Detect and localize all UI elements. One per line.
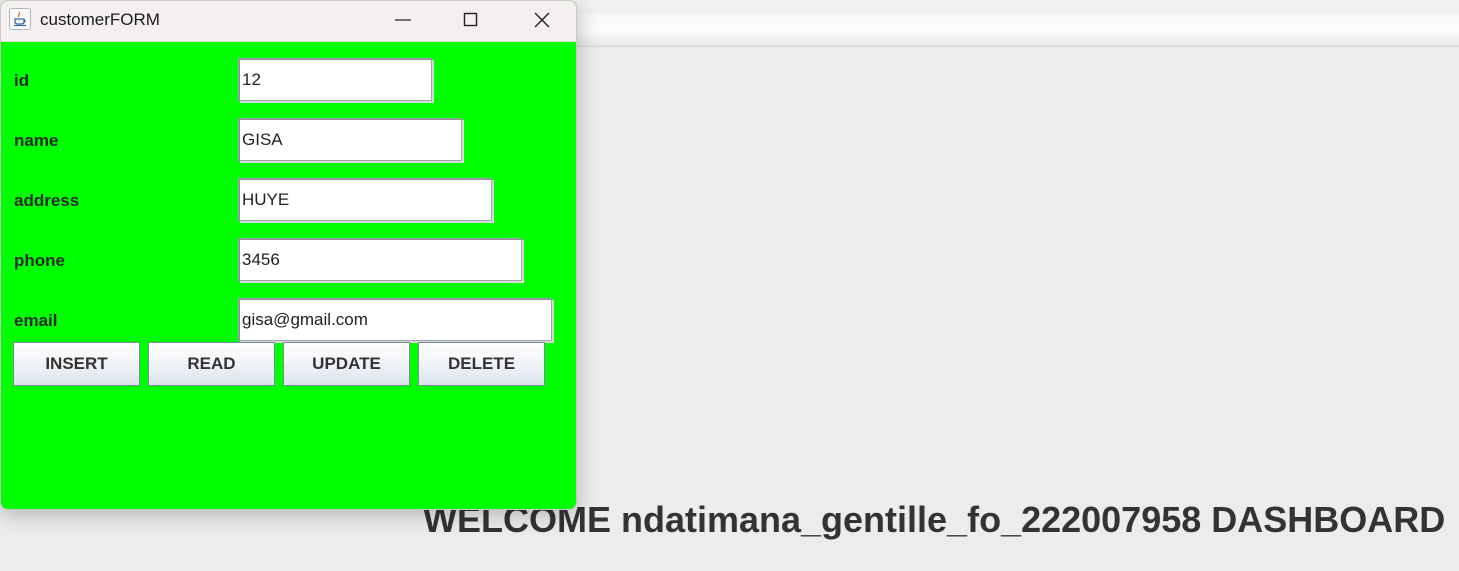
close-icon [534, 12, 550, 28]
read-button[interactable]: READ [148, 342, 275, 386]
email-field[interactable] [238, 298, 552, 341]
minimize-icon [395, 19, 411, 21]
window-title: customerFORM [40, 10, 160, 29]
title-bar[interactable]: customerFORM [1, 1, 576, 42]
address-label: address [14, 191, 80, 210]
welcome-heading: WELCOME ndatimana_gentille_fo_222007958 … [423, 499, 1446, 540]
id-field[interactable] [238, 58, 432, 101]
maximize-button[interactable] [437, 1, 505, 39]
insert-button[interactable]: INSERT [13, 342, 140, 386]
close-button[interactable] [508, 1, 576, 39]
address-field[interactable] [238, 178, 492, 221]
phone-field[interactable] [238, 238, 522, 281]
phone-label: phone [14, 251, 65, 270]
minimize-button[interactable] [369, 1, 437, 39]
name-label: name [14, 131, 59, 150]
id-label: id [14, 71, 30, 90]
name-field[interactable] [238, 118, 462, 161]
email-label: email [14, 311, 58, 330]
java-cup-icon [9, 8, 31, 30]
maximize-icon [463, 12, 478, 27]
update-button[interactable]: UPDATE [283, 342, 410, 386]
customer-form-window: customerFORM id name address phone email… [0, 0, 577, 510]
delete-button[interactable]: DELETE [418, 342, 545, 386]
